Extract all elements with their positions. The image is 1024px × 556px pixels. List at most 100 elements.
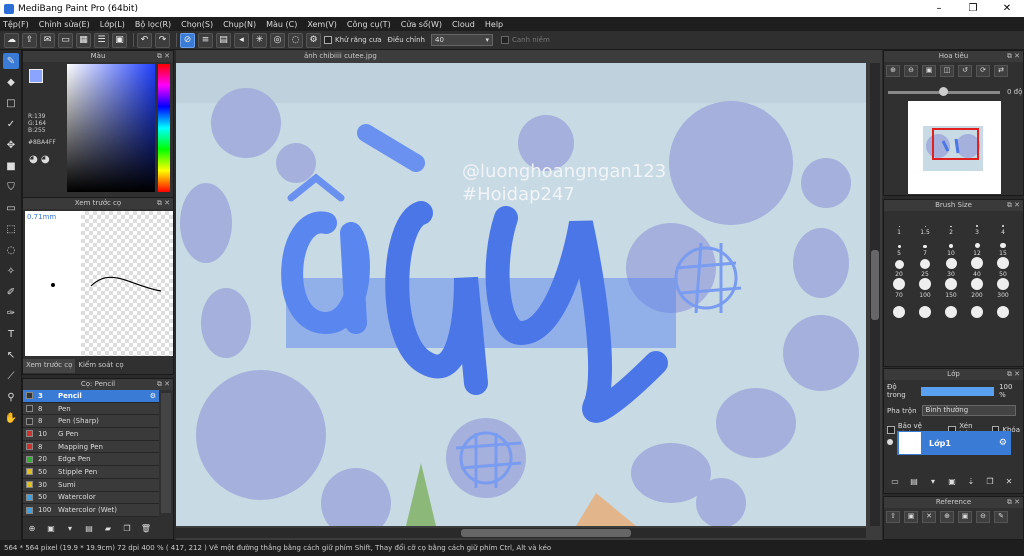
copy-icon[interactable]: ❐ [120,524,134,536]
brush-size-cell[interactable] [938,299,964,320]
select-pen-tool-icon[interactable]: ✐ [3,284,19,300]
menu-file[interactable]: Tệp(F) [3,20,29,29]
brush-list-item[interactable]: 100 Watercolor (Wet) [23,504,159,517]
fit-icon[interactable]: ▣ [922,65,936,77]
brush-size-cell[interactable]: 7 [912,236,938,257]
zoom-out-icon[interactable]: ⊖ [976,511,990,523]
brush-settings-icon[interactable]: ▤ [82,524,96,536]
pen-tool-icon[interactable]: ✎ [3,53,19,69]
maximize-button[interactable]: ❐ [956,3,990,14]
layer-menu-icon[interactable]: ▾ [926,477,940,489]
brush-size-cell[interactable]: 12 [964,236,990,257]
select-eraser-tool-icon[interactable]: ✑ [3,305,19,321]
close-icon[interactable]: ⧉ ✕ [1007,51,1020,62]
operation-tool-icon[interactable]: ↖ [3,347,19,363]
foreground-color-swatch[interactable] [29,69,43,83]
menu-select[interactable]: Chọn(S) [181,20,213,29]
close-icon[interactable]: ⧉ ✕ [157,51,170,62]
eyedropper-tool-icon[interactable]: ⚲ [3,389,19,405]
horizontal-scroll-thumb[interactable] [461,529,631,537]
redo-icon[interactable]: ↷ [155,32,170,48]
navigator-thumbnail[interactable] [908,101,1001,194]
lasso-tool-icon[interactable]: ◌ [3,242,19,258]
tab-brush-preview[interactable]: Xem trước cọ [23,359,76,373]
brush-size-cell[interactable]: 1.5 [912,215,938,236]
delete-layer-icon[interactable]: ✕ [1002,477,1016,489]
brush-size-cell[interactable]: 40 [964,257,990,278]
saturation-value-picker[interactable] [67,64,155,192]
close-icon[interactable]: ⧉ ✕ [1007,497,1020,508]
folder-icon[interactable]: ▣ [904,511,918,523]
brush-size-cell[interactable]: 4 [990,215,1016,236]
folder-icon[interactable]: ▣ [44,524,58,536]
list-icon[interactable]: ☰ [94,32,109,48]
brush-size-cell[interactable]: 1 [886,215,912,236]
brush-size-cell[interactable]: 300 [990,278,1016,299]
brush-size-cell[interactable]: 25 [912,257,938,278]
brush-list-item[interactable]: 50 Stipple Pen [23,466,159,479]
zoom-out-icon[interactable]: ⊖ [904,65,918,77]
eraser-tool-icon[interactable]: ◆ [3,74,19,90]
rotate-reset-icon[interactable]: ⟳ [976,65,990,77]
brush-size-cell[interactable] [990,299,1016,320]
cloud-icon[interactable]: ☁ [4,32,19,48]
close-icon[interactable]: ⧉ ✕ [157,379,170,390]
select-tool-icon[interactable]: ⬚ [3,221,19,237]
fill-rect-tool-icon[interactable]: ■ [3,158,19,174]
rotate-left-icon[interactable]: ↺ [958,65,972,77]
tab-brush-control[interactable]: Kiểm soát cọ [75,359,126,373]
flip-icon[interactable]: ⇄ [994,65,1008,77]
brush-size-cell[interactable]: 20 [886,257,912,278]
magic-wand-tool-icon[interactable]: ✧ [3,263,19,279]
settings-icon[interactable]: ⚙ [306,32,321,48]
brush-size-cell[interactable] [912,299,938,320]
correction-select[interactable]: 40 ▾ [431,34,493,46]
drawing-canvas[interactable]: @luonghoangngan123 #Hoidap247 [176,63,866,526]
zoom-in-icon[interactable]: ⊕ [886,65,900,77]
brush-list-item[interactable]: 10 G Pen [23,428,159,441]
grid-icon[interactable]: ▦ [76,32,91,48]
menu-tools[interactable]: Công cụ(T) [347,20,391,29]
check-tool-icon[interactable]: ✓ [3,116,19,132]
divide-tool-icon[interactable]: ⟋ [3,368,19,384]
menu-snap[interactable]: Chụp(N) [223,20,256,29]
brush-list-scrollbar[interactable] [161,393,171,513]
gradient-tool-icon[interactable]: ▭ [3,200,19,216]
brush-size-cell[interactable]: 150 [938,278,964,299]
brush-list-item[interactable]: 8 Mapping Pen [23,440,159,454]
brush-list-item[interactable]: 3 Pencil ⚙ [23,390,159,403]
opacity-slider[interactable] [920,386,995,396]
brush-size-cell[interactable] [886,299,912,320]
layer-settings-icon[interactable]: ⚙ [999,438,1007,448]
snap-parallel-icon[interactable]: ≡ [198,32,213,48]
move-tool-icon[interactable]: ✥ [3,137,19,153]
protect-alpha-checkbox[interactable] [887,426,895,434]
menu-edit[interactable]: Chỉnh sửa(E) [39,20,90,29]
chat-icon[interactable]: ▭ [58,32,73,48]
palette-icon[interactable]: ◕ ◕ [29,154,50,165]
vertical-scroll-thumb[interactable] [871,250,879,320]
add-brush-icon[interactable]: ⊕ [25,524,39,536]
rectangle-tool-icon[interactable]: □ [3,95,19,111]
brush-size-cell[interactable]: 10 [938,236,964,257]
snap-radial-icon[interactable]: ✳ [252,32,267,48]
trash-icon[interactable]: 🗑 [139,524,153,536]
folder-icon[interactable]: ▣ [945,477,959,489]
snap-checkbox[interactable] [501,36,509,44]
brush-size-cell[interactable]: 2 [938,215,964,236]
minimize-button[interactable]: – [922,3,956,14]
brush-list-item[interactable]: 8 Pen (Sharp) [23,415,159,429]
brush-size-cell[interactable] [964,299,990,320]
layer-item[interactable]: Lớp1 ⚙ [897,431,1011,455]
close-ref-icon[interactable]: ✕ [922,511,936,523]
brush-list-item[interactable]: 20 Edge Pen [23,453,159,467]
menu-layer[interactable]: Lớp(L) [100,20,125,29]
snap-circle-icon[interactable]: ◎ [270,32,285,48]
new-raster-layer-icon[interactable]: ▤ [907,477,921,489]
upload-icon[interactable]: ⇧ [886,511,900,523]
brush-size-cell[interactable]: 70 [886,278,912,299]
snap-vanish-icon[interactable]: ◂ [234,32,249,48]
brush-size-cell[interactable]: 15 [990,236,1016,257]
brush-size-cell[interactable]: 200 [964,278,990,299]
pen-icon[interactable]: ✎ [994,511,1008,523]
